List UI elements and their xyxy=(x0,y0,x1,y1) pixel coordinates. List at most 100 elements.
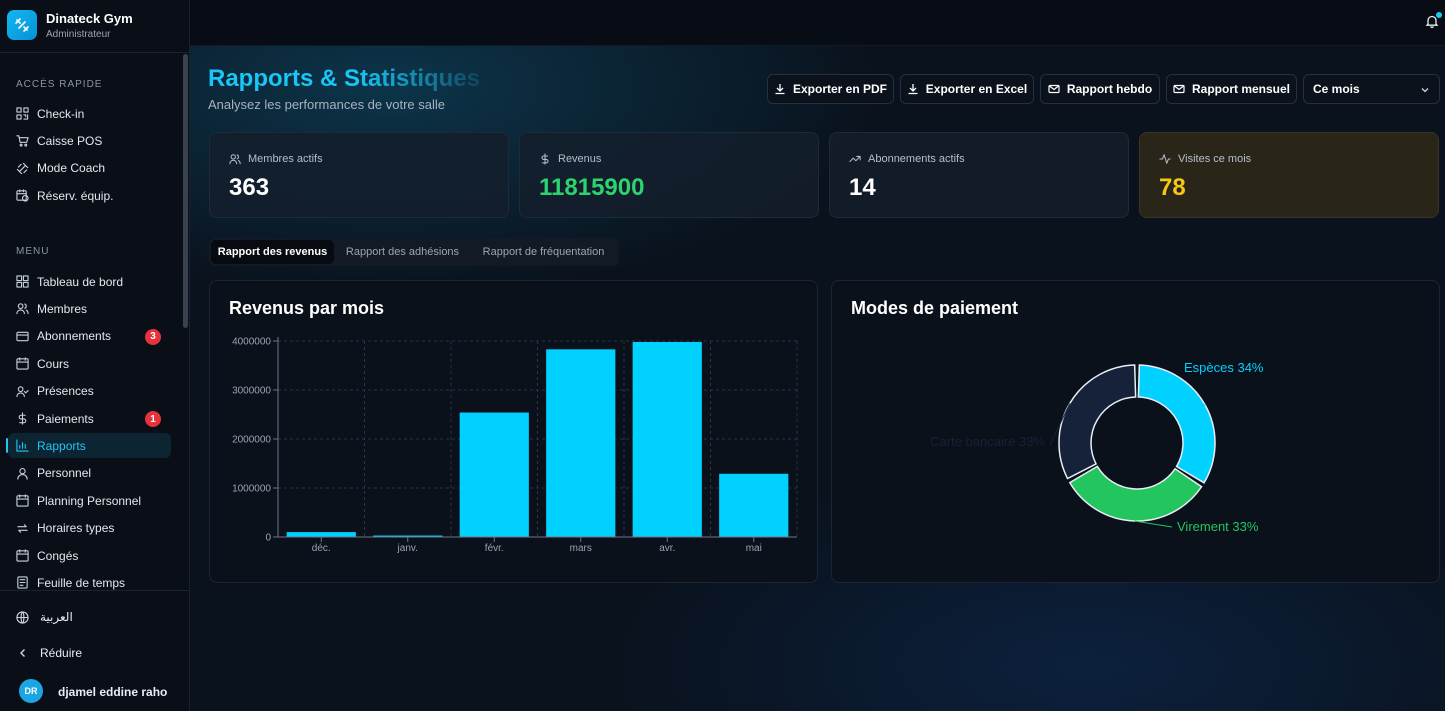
bar xyxy=(632,341,702,537)
revenue-bar-chart: 0 1000000 2000000 3000000 4000000 déc. janv. fé… xyxy=(232,337,798,554)
slice-label: Virement 33% xyxy=(1177,519,1259,534)
user-name[interactable]: djamel eddine raho xyxy=(58,685,167,699)
calendar-clock-icon xyxy=(16,189,29,202)
donut-slice xyxy=(1068,465,1203,522)
tab-memberships[interactable]: Rapport des adhésions xyxy=(336,240,469,264)
dumbbell-logo-icon xyxy=(7,10,37,40)
repeat-icon xyxy=(16,522,29,535)
calendar-icon xyxy=(16,549,29,562)
export-pdf-label: Exporter en PDF xyxy=(792,82,888,96)
stat-label: Membres actifs xyxy=(229,153,323,165)
stat-label: Revenus xyxy=(539,153,601,165)
sidebar-item-check-in[interactable]: Check-in xyxy=(8,101,171,126)
users-icon xyxy=(16,302,29,315)
mail-icon xyxy=(1173,83,1185,95)
y-tick-label: 2000000 xyxy=(232,435,271,446)
sidebar-item-label: Présences xyxy=(37,384,94,399)
qr-icon xyxy=(16,107,29,120)
quick-access-title: ACCÈS RAPIDE xyxy=(16,79,103,90)
brand-role: Administrateur xyxy=(46,29,111,40)
collapse-button[interactable]: Réduire xyxy=(16,646,82,660)
menu-title: MENU xyxy=(16,246,50,257)
globe-icon xyxy=(16,610,29,624)
timesheet-icon xyxy=(16,576,29,590)
sidebar-item-feuille-de-temps[interactable]: Feuille de temps xyxy=(8,570,171,590)
stat-value: 363 xyxy=(229,174,270,201)
slice-label: Carte bancaire 33% xyxy=(930,434,1045,449)
payment-donut-chart: Espèces 34% Virement 33% Carte bancaire 33… xyxy=(930,360,1264,534)
sidebar-item-horaires-types[interactable]: Horaires types xyxy=(8,516,171,541)
export-excel-button[interactable]: Exporter en Excel xyxy=(900,74,1034,104)
sidebar-item-label: Paiements xyxy=(37,411,94,426)
monthly-report-button[interactable]: Rapport mensuel xyxy=(1166,74,1297,104)
stat-label-text: Abonnements actifs xyxy=(868,153,965,165)
payment-panel: Modes de paiement Espèces 34% Virement 33… xyxy=(831,280,1440,583)
sidebar-item-conges[interactable]: Congés xyxy=(8,543,171,568)
card-icon xyxy=(16,330,29,343)
report-tabs: Rapport des revenus Rapport des adhésion… xyxy=(209,238,619,266)
staff-icon xyxy=(16,467,29,480)
sidebar-item-label: Membres xyxy=(37,301,88,316)
brand-name: Dinateck Gym xyxy=(46,11,133,26)
export-pdf-button[interactable]: Exporter en PDF xyxy=(767,74,894,104)
chevron-down-icon xyxy=(1420,84,1430,94)
sidebar-item-paiements[interactable]: Paiements 1 xyxy=(8,406,171,431)
weekly-report-button[interactable]: Rapport hebdo xyxy=(1040,74,1160,104)
main-content: Rapports & Statistiques Analysez les per… xyxy=(190,46,1445,711)
period-select[interactable]: Ce mois xyxy=(1303,74,1440,104)
sidebar-item-rapports[interactable]: Rapports xyxy=(6,433,171,459)
page-subtitle: Analysez les performances de votre salle xyxy=(208,97,446,112)
sidebar-item-label: Cours xyxy=(37,356,70,371)
x-tick-label: janv. xyxy=(397,543,418,554)
stat-label: Visites ce mois xyxy=(1159,153,1251,165)
sidebar-item-mode-coach[interactable]: Mode Coach xyxy=(8,156,171,181)
x-tick-label: avr. xyxy=(659,543,675,554)
x-tick-label: mars xyxy=(570,543,592,554)
sidebar-item-tableau-de-bord[interactable]: Tableau de bord xyxy=(8,269,171,294)
collapse-label: Réduire xyxy=(40,646,83,660)
sidebar-scrollbar[interactable] xyxy=(182,54,189,590)
x-tick-label: déc. xyxy=(312,543,331,554)
period-value: Ce mois xyxy=(1313,82,1360,96)
stat-card: Abonnements actifs 14 xyxy=(829,132,1129,218)
y-tick-label: 1000000 xyxy=(232,484,271,495)
sidebar-item-label: Abonnements xyxy=(37,329,112,344)
sidebar-item-reserv-equip[interactable]: Réserv. équip. xyxy=(8,183,171,208)
sidebar-item-planning-personnel[interactable]: Planning Personnel xyxy=(8,488,171,513)
sidebar-item-personnel[interactable]: Personnel xyxy=(8,461,171,486)
sidebar: Dinateck Gym Administrateur ACCÈS RAPIDE… xyxy=(0,0,190,711)
stat-value: 11815900 xyxy=(539,174,645,201)
tab-attendance[interactable]: Rapport de fréquentation xyxy=(471,240,616,264)
avatar[interactable]: DR xyxy=(19,679,43,703)
sidebar-item-label: Check-in xyxy=(37,106,85,121)
chevron-left-icon xyxy=(16,647,29,660)
sidebar-item-label: Mode Coach xyxy=(37,161,106,176)
users-icon xyxy=(229,153,241,165)
stat-label-text: Visites ce mois xyxy=(1178,153,1252,165)
donut-slice xyxy=(1058,364,1137,480)
sidebar-item-cours[interactable]: Cours xyxy=(8,351,171,376)
slice-label: Espèces 34% xyxy=(1184,360,1264,375)
sidebar-footer: العربية Réduire DR djamel eddine raho xyxy=(0,590,189,711)
language-switch[interactable]: العربية xyxy=(16,610,73,624)
stat-label-text: Revenus xyxy=(558,153,602,165)
count-badge: 1 xyxy=(145,411,161,427)
brand[interactable]: Dinateck Gym Administrateur xyxy=(0,0,189,53)
stat-value: 14 xyxy=(849,174,876,201)
sidebar-item-label: Tableau de bord xyxy=(37,274,124,289)
sidebar-item-membres[interactable]: Membres xyxy=(8,296,171,321)
x-tick-label: févr. xyxy=(485,543,504,554)
tab-revenue[interactable]: Rapport des revenus xyxy=(211,240,334,264)
sidebar-scrollbar-thumb[interactable] xyxy=(183,54,188,328)
stat-label: Abonnements actifs xyxy=(849,153,965,165)
stat-card: Revenus 11815900 xyxy=(519,132,819,218)
x-tick-label: mai xyxy=(746,543,762,554)
sidebar-item-presences[interactable]: Présences xyxy=(8,379,171,404)
sidebar-item-label: Caisse POS xyxy=(37,133,103,148)
bar xyxy=(719,473,789,537)
weekly-report-label: Rapport hebdo xyxy=(1066,82,1153,96)
calendar-icon xyxy=(16,494,29,507)
sidebar-item-caisse-pos[interactable]: Caisse POS xyxy=(8,128,171,153)
sidebar-item-abonnements[interactable]: Abonnements 3 xyxy=(8,324,171,349)
donut-slice xyxy=(1137,364,1216,484)
